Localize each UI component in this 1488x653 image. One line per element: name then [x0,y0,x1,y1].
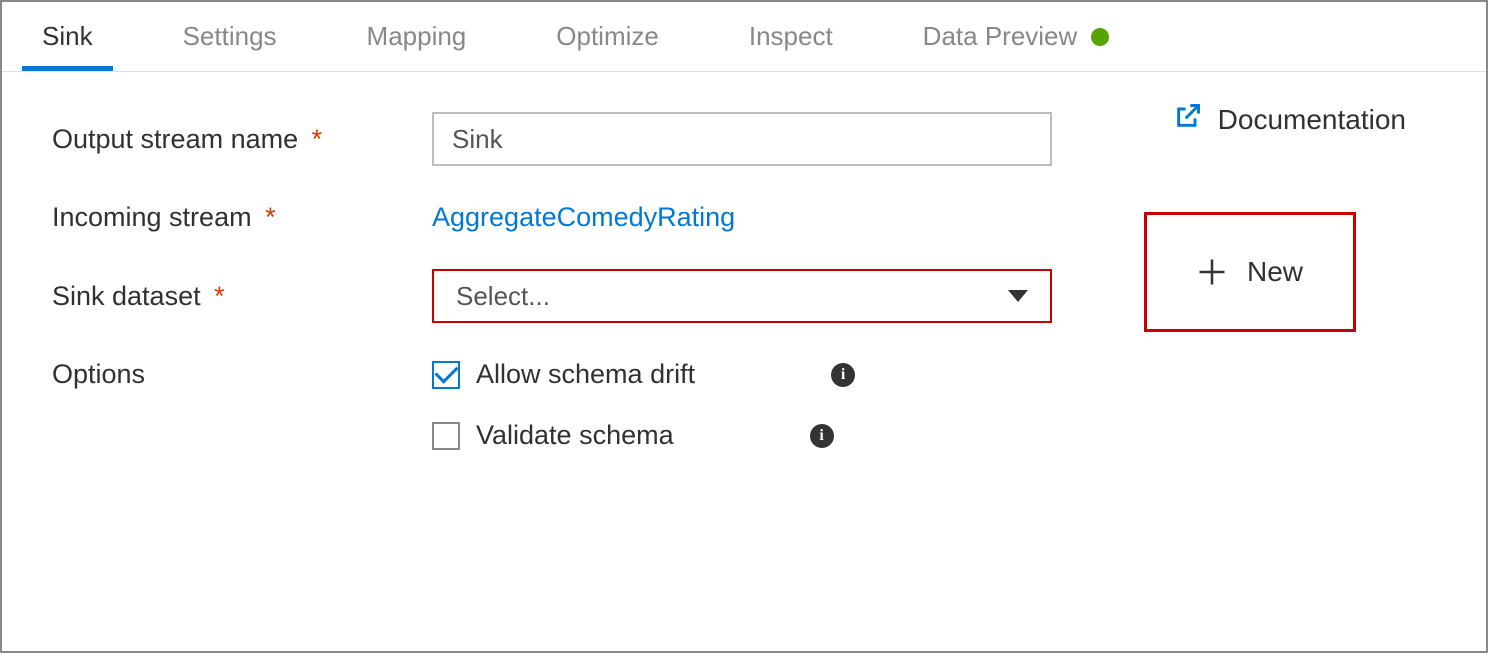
tab-data-preview[interactable]: Data Preview [903,2,1130,71]
preview-status-dot-icon [1091,28,1109,46]
chevron-down-icon [1008,290,1028,302]
tab-settings[interactable]: Settings [163,2,297,71]
options-label: Options [52,359,412,390]
new-button[interactable]: New [1144,212,1356,332]
tab-optimize-label: Optimize [556,21,659,52]
plus-icon [1197,257,1227,287]
incoming-stream-value[interactable]: AggregateComedyRating [432,202,735,233]
tab-settings-label: Settings [183,21,277,52]
new-button-label: New [1247,256,1303,288]
tab-data-preview-label: Data Preview [923,21,1078,52]
tab-mapping[interactable]: Mapping [347,2,487,71]
sink-dataset-placeholder: Select... [456,281,550,312]
info-icon[interactable]: i [831,363,855,387]
tab-inspect[interactable]: Inspect [729,2,853,71]
incoming-stream-label: Incoming stream * [52,202,412,233]
output-stream-name-input[interactable] [432,112,1052,166]
documentation-label: Documentation [1218,104,1406,136]
allow-schema-drift-label: Allow schema drift [476,359,695,390]
allow-schema-drift-checkbox[interactable] [432,361,460,389]
tab-bar: Sink Settings Mapping Optimize Inspect D… [2,2,1486,72]
validate-schema-checkbox[interactable] [432,422,460,450]
tab-sink-label: Sink [42,21,93,52]
tab-mapping-label: Mapping [367,21,467,52]
external-link-icon [1174,102,1202,137]
sink-dataset-select[interactable]: Select... [432,269,1052,323]
documentation-link[interactable]: Documentation [1174,102,1406,137]
info-icon[interactable]: i [810,424,834,448]
sink-dataset-label: Sink dataset * [52,281,412,312]
tab-sink[interactable]: Sink [22,2,113,71]
output-stream-name-label: Output stream name * [52,124,412,155]
tab-optimize[interactable]: Optimize [536,2,679,71]
tab-inspect-label: Inspect [749,21,833,52]
form-content: Documentation Output stream name * Incom… [2,72,1486,451]
validate-schema-label: Validate schema [476,420,674,451]
required-asterisk-icon: * [312,124,323,154]
required-asterisk-icon: * [265,202,276,232]
required-asterisk-icon: * [214,281,225,311]
